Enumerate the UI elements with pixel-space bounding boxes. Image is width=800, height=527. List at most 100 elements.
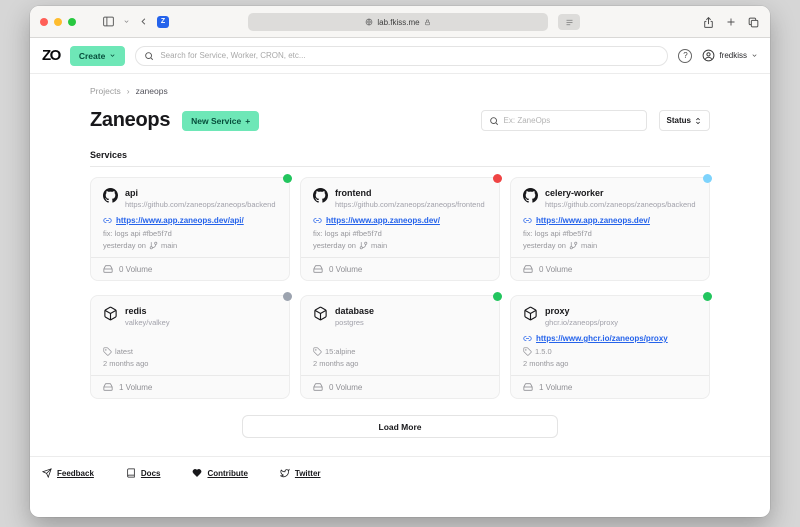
back-button[interactable] (138, 16, 149, 27)
volume-row: 0 Volume (511, 257, 709, 280)
volume-count: 1 Volume (539, 383, 572, 392)
traffic-lights (40, 18, 76, 26)
service-source: postgres (335, 318, 374, 327)
volume-count: 0 Volume (539, 265, 572, 274)
service-name: proxy (545, 306, 618, 316)
service-source: valkey/valkey (125, 318, 170, 327)
help-button[interactable]: ? (678, 49, 692, 63)
volume-row: 0 Volume (301, 375, 499, 398)
service-url-link[interactable]: https://www.app.zaneops.dev/ (326, 216, 440, 225)
link-icon (313, 216, 322, 225)
package-icon (103, 306, 118, 321)
branch-name: main (161, 241, 177, 250)
commit-message: fix: logs api #fbe5f7d (103, 229, 277, 238)
status-dot (283, 174, 292, 183)
breadcrumb-separator: › (127, 86, 130, 96)
share-button[interactable] (702, 16, 715, 29)
volume-count: 0 Volume (329, 383, 362, 392)
section-divider (90, 166, 710, 167)
volume-row: 0 Volume (301, 257, 499, 280)
page-title: Zaneops (90, 109, 170, 132)
book-icon (126, 468, 136, 478)
new-tab-button[interactable] (725, 16, 737, 28)
page-footer: Feedback Docs Contribute Twitter (30, 456, 770, 517)
browser-window: Z lab.fkiss.me ZO Create ? fredkis (30, 6, 770, 517)
link-icon (523, 216, 532, 225)
username: fredkiss (719, 51, 747, 60)
tab-overview-button[interactable] (747, 16, 760, 29)
link-icon (103, 216, 112, 225)
service-source: https://github.com/zaneops/zaneops/backe… (545, 200, 696, 209)
service-card-celery-worker[interactable]: celery-worker https://github.com/zaneops… (510, 177, 710, 281)
commit-message: fix: logs api #fbe5f7d (313, 229, 487, 238)
hard-drive-icon (523, 264, 533, 274)
image-tag: 15:alpine (325, 347, 355, 356)
deploy-meta: yesterday on main (103, 241, 277, 250)
service-card-database[interactable]: database postgres 15:alpine 2 months ago… (300, 295, 500, 399)
chevrons-up-down-icon (694, 117, 702, 125)
breadcrumb-current: zaneops (136, 86, 168, 96)
status-dot (283, 292, 292, 301)
tag-icon (313, 347, 322, 356)
send-icon (42, 468, 52, 478)
service-url-link[interactable]: https://www.app.zaneops.dev/ (536, 216, 650, 225)
app-logo[interactable]: ZO (42, 47, 60, 64)
chevron-down-icon (109, 52, 116, 59)
volume-count: 0 Volume (329, 265, 362, 274)
hard-drive-icon (313, 264, 323, 274)
create-button[interactable]: Create (70, 46, 125, 66)
global-search[interactable] (135, 46, 668, 66)
service-card-api[interactable]: api https://github.com/zaneops/zaneops/b… (90, 177, 290, 281)
service-url-link[interactable]: https://www.ghcr.io/zaneops/proxy (536, 334, 668, 343)
reader-mode-button[interactable] (558, 14, 580, 30)
status-dot (493, 174, 502, 183)
footer-link-contribute[interactable]: Contribute (192, 468, 247, 478)
hard-drive-icon (523, 382, 533, 392)
footer-link-feedback[interactable]: Feedback (42, 468, 94, 478)
breadcrumb-projects[interactable]: Projects (90, 86, 121, 96)
updated-at: 2 months ago (523, 359, 697, 368)
service-card-redis[interactable]: redis valkey/valkey latest 2 months ago … (90, 295, 290, 399)
volume-row: 1 Volume (91, 375, 289, 398)
chevron-down-icon (751, 52, 758, 59)
minimize-window-button[interactable] (54, 18, 62, 26)
github-icon (523, 188, 538, 203)
search-icon (144, 51, 154, 61)
close-window-button[interactable] (40, 18, 48, 26)
service-filter[interactable] (481, 110, 647, 131)
footer-link-twitter[interactable]: Twitter (280, 468, 321, 478)
service-card-proxy[interactable]: proxy ghcr.io/zaneops/proxy https://www.… (510, 295, 710, 399)
service-filter-input[interactable] (504, 116, 639, 125)
service-name: redis (125, 306, 170, 316)
main-content: Projects › zaneops Zaneops New Service +… (30, 74, 770, 438)
user-menu[interactable]: fredkiss (702, 49, 758, 62)
service-card-frontend[interactable]: frontend https://github.com/zaneops/zane… (300, 177, 500, 281)
status-dot (493, 292, 502, 301)
github-icon (103, 188, 118, 203)
volume-row: 1 Volume (511, 375, 709, 398)
service-url-link[interactable]: https://www.app.zaneops.dev/api/ (116, 216, 244, 225)
sidebar-toggle-button[interactable] (102, 15, 115, 28)
service-name: frontend (335, 188, 485, 198)
footer-link-docs[interactable]: Docs (126, 468, 161, 478)
updated-at: 2 months ago (313, 359, 487, 368)
globe-icon (365, 18, 373, 26)
reader-icon (565, 18, 574, 27)
branch-name: main (581, 241, 597, 250)
status-filter-button[interactable]: Status (659, 110, 710, 131)
service-name: api (125, 188, 276, 198)
branch-name: main (371, 241, 387, 250)
global-search-input[interactable] (160, 51, 659, 60)
image-tag: 1.5.0 (535, 347, 552, 356)
lock-icon (424, 19, 431, 26)
address-bar[interactable]: lab.fkiss.me (248, 13, 548, 31)
deploy-meta: yesterday on main (523, 241, 697, 250)
load-more-button[interactable]: Load More (242, 415, 558, 438)
services-heading: Services (90, 150, 710, 160)
github-icon (313, 188, 328, 203)
chevron-down-icon[interactable] (123, 18, 130, 25)
app-header: ZO Create ? fredkiss (30, 38, 770, 74)
zoom-window-button[interactable] (68, 18, 76, 26)
new-service-button[interactable]: New Service + (182, 111, 259, 131)
package-icon (313, 306, 328, 321)
